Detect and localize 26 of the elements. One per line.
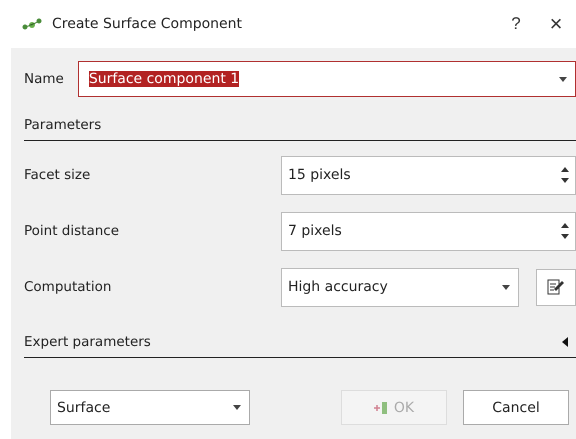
spin-field[interactable]: 15 pixels (281, 156, 576, 194)
section-title: Parameters (24, 117, 102, 133)
dropdown-caret-icon[interactable] (502, 284, 510, 290)
surface-combo[interactable]: Surface (50, 390, 250, 425)
edit-button[interactable] (536, 268, 576, 306)
dropdown-caret-icon[interactable] (233, 405, 241, 410)
parameter-label: Computation (24, 279, 112, 295)
dropdown-caret-icon[interactable] (559, 76, 567, 82)
help-button[interactable]: ? (496, 4, 536, 44)
computation-combo[interactable]: High accuracy (281, 268, 519, 306)
parameter-label: Facet size (24, 167, 92, 183)
dots-icon (22, 17, 44, 31)
cancel-button[interactable]: Cancel (463, 390, 569, 425)
name-label: Name (24, 71, 64, 87)
name-field[interactable]: Surface component 1 (78, 61, 576, 97)
spin-arrows-icon[interactable] (561, 223, 569, 239)
collapse-arrow-icon[interactable] (562, 337, 568, 347)
spin-arrows-icon[interactable] (561, 167, 569, 183)
section-title: Expert parameters (24, 334, 151, 350)
plus-bar-icon (374, 400, 388, 414)
window-title: Create Surface Component (52, 16, 244, 32)
close-button[interactable]: × (536, 4, 576, 44)
spin-field[interactable]: 7 pixels (281, 212, 576, 250)
parameter-label: Point distance (24, 223, 120, 239)
notepad-pencil-icon (547, 278, 565, 296)
name-value: Surface component 1 (88, 71, 240, 87)
